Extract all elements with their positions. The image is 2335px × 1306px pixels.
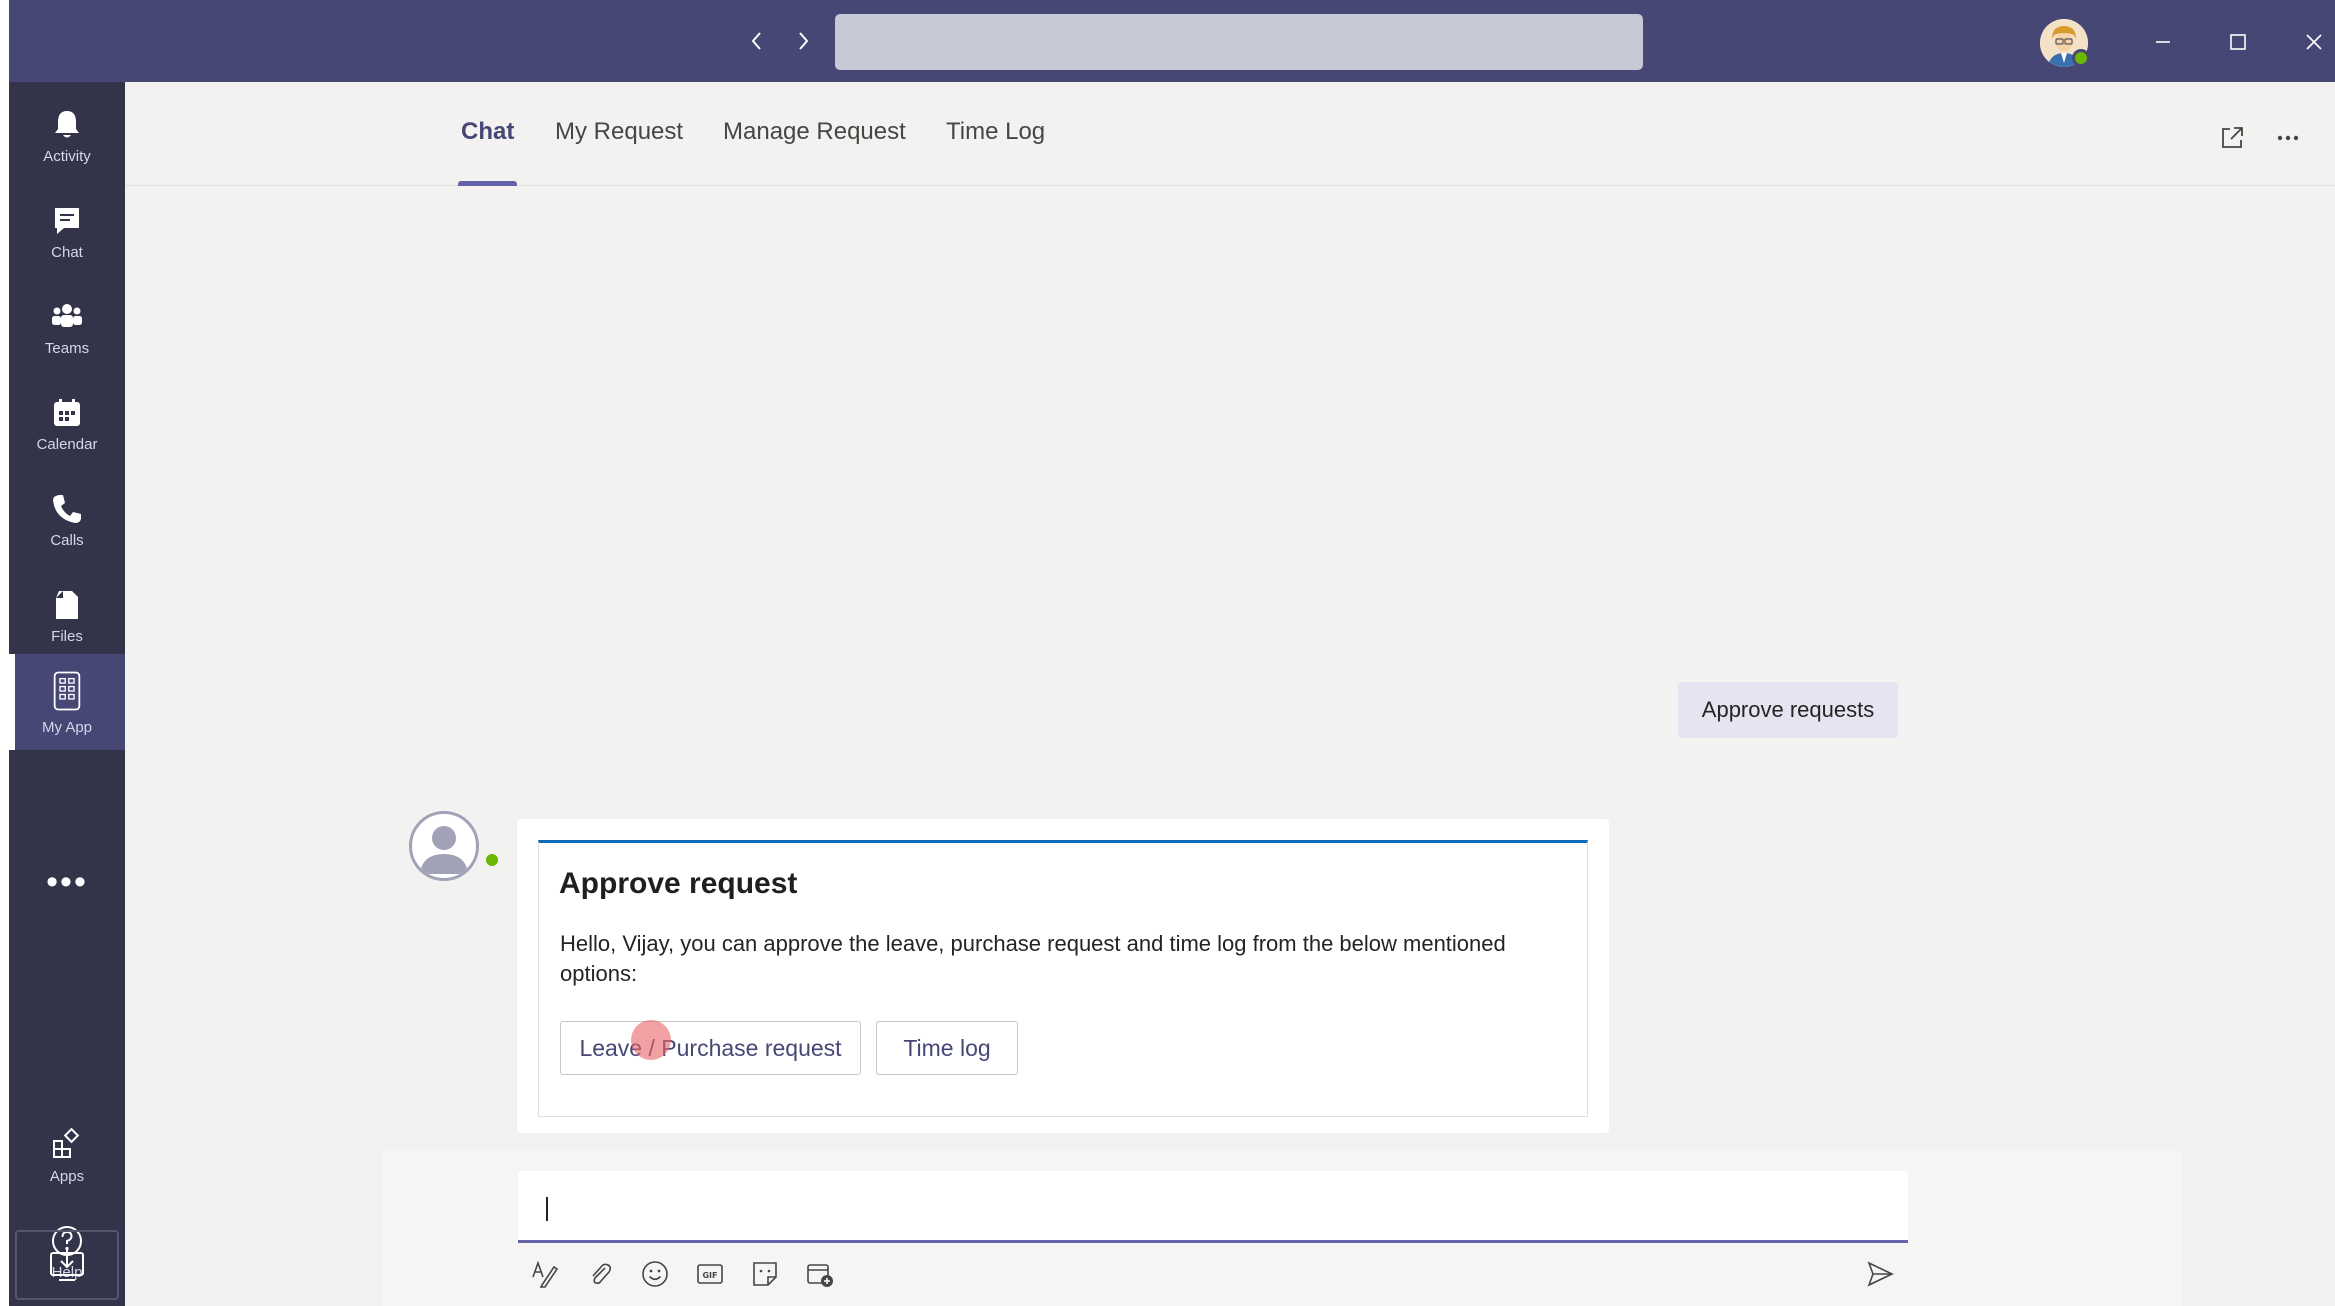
attach-button[interactable] xyxy=(580,1254,620,1294)
tab-time-log[interactable]: Time Log xyxy=(946,118,1045,186)
tab-my-request[interactable]: My Request xyxy=(555,118,683,186)
app-rail: Activity Chat Teams Calendar Calls Files… xyxy=(9,82,125,1306)
popout-button[interactable] xyxy=(2210,116,2254,160)
rail-item-label: Chat xyxy=(51,243,83,261)
rail-item-label: Calendar xyxy=(36,435,98,453)
adaptive-card: Approve request Hello, Vijay, you can ap… xyxy=(538,840,1588,1117)
tab-manage-request[interactable]: Manage Request xyxy=(723,118,906,186)
rail-item-apps[interactable]: Apps xyxy=(9,1110,125,1202)
ellipsis-icon xyxy=(2277,135,2299,141)
rail-item-label: Teams xyxy=(44,339,90,357)
sent-message: Approve requests xyxy=(1678,682,1898,738)
card-text: Hello, Vijay, you can approve the leave,… xyxy=(560,931,1506,986)
maximize-button[interactable] xyxy=(2215,20,2261,64)
chevron-right-icon xyxy=(799,32,809,50)
rail-item-label: Files xyxy=(51,627,83,645)
leave-purchase-request-button[interactable]: Leave / Purchase request xyxy=(560,1021,861,1075)
close-icon xyxy=(2306,34,2322,50)
emoji-icon xyxy=(642,1261,668,1287)
teams-window: Activity Chat Teams Calendar Calls Files… xyxy=(9,0,2335,1306)
file-icon xyxy=(56,590,78,619)
card-title: Approve request xyxy=(559,867,798,900)
svg-text:GIF: GIF xyxy=(702,1271,717,1280)
download-icon xyxy=(50,1249,84,1281)
emoji-button[interactable] xyxy=(635,1254,675,1294)
apps-icon xyxy=(53,1127,80,1158)
rail-item-label: Calls xyxy=(50,531,84,549)
calendar-icon xyxy=(54,398,80,426)
sticker-button[interactable] xyxy=(745,1254,785,1294)
compose-box[interactable] xyxy=(518,1171,1908,1243)
close-button[interactable] xyxy=(2291,20,2335,64)
paperclip-icon xyxy=(592,1263,612,1285)
gif-icon: GIF xyxy=(697,1264,723,1284)
maximize-icon xyxy=(2230,34,2246,50)
rail-item-label: Apps xyxy=(49,1167,85,1185)
tab-chat[interactable]: Chat xyxy=(457,118,518,186)
rail-item-files[interactable]: Files xyxy=(9,570,125,662)
person-icon xyxy=(420,826,468,874)
rail-item-teams[interactable]: Teams xyxy=(9,282,125,374)
sticker-icon xyxy=(753,1262,777,1286)
download-app-button[interactable] xyxy=(15,1230,119,1300)
more-options-button[interactable] xyxy=(2266,116,2310,160)
text-caret xyxy=(546,1197,548,1221)
rail-item-label: Activity xyxy=(43,147,91,165)
tab-header: Chat My Request Manage Request Time Log xyxy=(125,82,2335,186)
rail-item-calendar[interactable]: Calendar xyxy=(9,378,125,470)
chevron-left-icon xyxy=(751,32,761,50)
rail-item-label: My App xyxy=(41,718,93,736)
minimize-icon xyxy=(2156,41,2170,43)
presence-available-badge xyxy=(2072,49,2090,67)
presence-available-badge xyxy=(483,851,501,869)
more-apps-button[interactable]: ••• xyxy=(9,852,125,912)
schedule-meeting-button[interactable] xyxy=(800,1254,840,1294)
bot-message: Approve request Hello, Vijay, you can ap… xyxy=(517,819,1609,1133)
bell-icon xyxy=(55,110,79,137)
send-button[interactable] xyxy=(1860,1254,1900,1294)
gif-button[interactable]: GIF xyxy=(690,1254,730,1294)
phone-icon xyxy=(53,494,81,523)
popout-icon xyxy=(2222,127,2243,148)
chat-icon xyxy=(55,207,79,234)
title-bar xyxy=(9,0,2335,82)
back-button[interactable] xyxy=(739,22,775,60)
forward-button[interactable] xyxy=(785,22,821,60)
rail-item-my-app[interactable]: My App xyxy=(9,654,125,750)
rail-item-activity[interactable]: Activity xyxy=(9,90,125,182)
search-input[interactable] xyxy=(835,14,1643,70)
rail-item-calls[interactable]: Calls xyxy=(9,474,125,566)
time-log-button[interactable]: Time log xyxy=(876,1021,1018,1075)
app-icon xyxy=(53,671,81,710)
format-icon xyxy=(532,1260,559,1288)
rail-item-chat[interactable]: Chat xyxy=(9,186,125,278)
minimize-button[interactable] xyxy=(2140,20,2186,64)
teams-icon xyxy=(52,303,82,327)
send-icon xyxy=(1867,1261,1894,1287)
calendar-add-icon xyxy=(807,1264,833,1287)
format-button[interactable] xyxy=(525,1254,565,1294)
message-input[interactable] xyxy=(534,1183,1884,1229)
bot-avatar xyxy=(409,811,479,881)
